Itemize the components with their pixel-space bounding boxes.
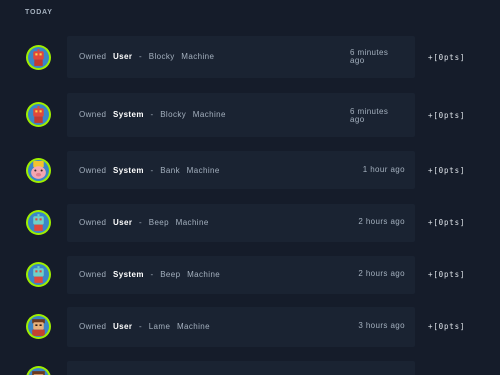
activity-time: 6 minutes ago	[350, 48, 389, 65]
own-type: User	[112, 322, 133, 331]
activity-text: Owned System - Bank Machine	[79, 166, 224, 175]
activity-time: 2 hours ago	[358, 217, 405, 226]
activity-feed: TODAY Owned User - Blocky Machine 6 minu…	[0, 0, 500, 375]
activity-verb: Owned	[79, 322, 107, 331]
activity-time: 2 hours ago	[358, 269, 405, 278]
target-type: Machine	[187, 270, 221, 279]
separator: -	[139, 322, 143, 331]
activity-verb: Owned	[79, 52, 107, 61]
activity-time: 6 minutes ago	[350, 107, 389, 124]
machine-name: Beep	[148, 218, 169, 227]
points-awarded: +[0pts]	[428, 322, 466, 331]
own-type: User	[112, 52, 133, 61]
activity-verb: Owned	[79, 166, 107, 175]
activity-card[interactable]: Owned User - Beep Machine 2 hours ago	[67, 204, 415, 242]
activity-text: Owned System - Beep Machine	[79, 270, 224, 279]
target-type: Machine	[192, 110, 226, 119]
activity-text: Owned User - Beep Machine	[79, 218, 213, 227]
points-awarded: +[0pts]	[428, 270, 466, 279]
activity-row: Owned System - Bank Machine 1 hour ago +…	[0, 151, 500, 189]
activity-row: Owned System - Blocky Machine 6 minutes …	[0, 93, 500, 137]
points-awarded: +[0pts]	[428, 218, 466, 227]
machine-name: Blocky	[160, 110, 187, 119]
activity-row: Owned User - Lame Machine 3 hours ago +[…	[0, 307, 500, 347]
target-type: Machine	[175, 218, 209, 227]
teal-robot-avatar[interactable]	[26, 210, 51, 235]
own-type: System	[112, 110, 144, 119]
target-type: Machine	[181, 52, 215, 61]
separator: -	[139, 218, 143, 227]
brown-character-avatar[interactable]	[26, 366, 51, 375]
activity-row: Owned User - Blocky Machine 6 minutes ag…	[0, 36, 500, 78]
teal-robot-avatar[interactable]	[26, 262, 51, 287]
machine-name: Lame	[148, 322, 171, 331]
activity-card[interactable]: Owned User - Blocky Machine 6 minutes ag…	[67, 36, 415, 78]
separator: -	[150, 270, 154, 279]
activity-verb: Owned	[79, 270, 107, 279]
red-robot-avatar[interactable]	[26, 102, 51, 127]
machine-name: Blocky	[148, 52, 175, 61]
activity-row: Owned System - Beep Machine 2 hours ago …	[0, 256, 500, 294]
machine-name: Beep	[160, 270, 181, 279]
activity-time: 3 hours ago	[358, 321, 405, 330]
activity-row	[0, 361, 500, 375]
activity-time: 1 hour ago	[362, 165, 405, 174]
machine-name: Bank	[160, 166, 181, 175]
points-awarded: +[0pts]	[428, 53, 466, 62]
own-type: User	[112, 218, 133, 227]
red-robot-avatar[interactable]	[26, 45, 51, 70]
activity-card[interactable]	[67, 361, 415, 375]
activity-text: Owned User - Lame Machine	[79, 322, 214, 331]
activity-row: Owned User - Beep Machine 2 hours ago +[…	[0, 204, 500, 242]
points-awarded: +[0pts]	[428, 166, 466, 175]
activity-text: Owned User - Blocky Machine	[79, 52, 218, 61]
target-type: Machine	[186, 166, 220, 175]
piggy-bank-avatar[interactable]	[26, 158, 51, 183]
activity-verb: Owned	[79, 110, 107, 119]
activity-text: Owned System - Blocky Machine	[79, 110, 230, 119]
activity-verb: Owned	[79, 218, 107, 227]
separator: -	[139, 52, 143, 61]
separator: -	[150, 110, 154, 119]
activity-card[interactable]: Owned System - Beep Machine 2 hours ago	[67, 256, 415, 294]
own-type: System	[112, 270, 144, 279]
activity-card[interactable]: Owned System - Bank Machine 1 hour ago	[67, 151, 415, 189]
own-type: System	[112, 166, 144, 175]
separator: -	[150, 166, 154, 175]
section-label-today: TODAY	[25, 9, 53, 16]
points-awarded: +[0pts]	[428, 111, 466, 120]
target-type: Machine	[176, 322, 210, 331]
activity-card[interactable]: Owned System - Blocky Machine 6 minutes …	[67, 93, 415, 137]
brown-character-avatar[interactable]	[26, 314, 51, 339]
activity-card[interactable]: Owned User - Lame Machine 3 hours ago	[67, 307, 415, 347]
